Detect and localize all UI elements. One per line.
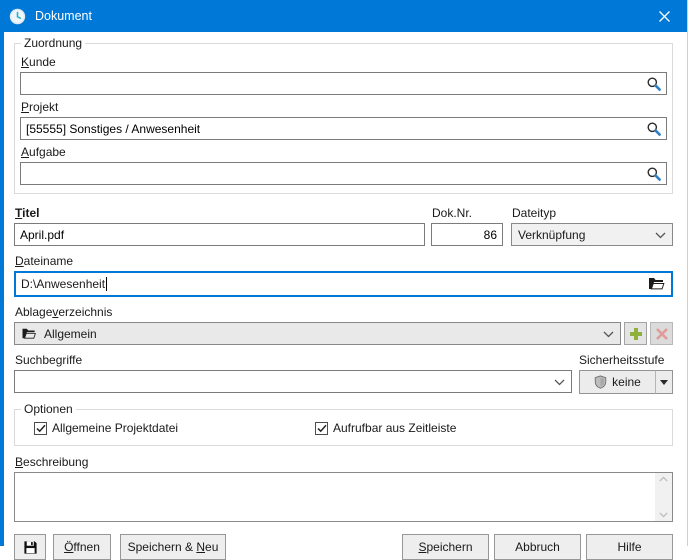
- group-optionen-label: Optionen: [21, 403, 76, 416]
- kunde-label: Kunde: [21, 55, 667, 69]
- doknr-label: Dok.Nr.: [432, 206, 503, 220]
- add-folder-button[interactable]: [624, 322, 647, 345]
- suchbegriffe-combobox[interactable]: [14, 370, 572, 393]
- text-caret: [106, 277, 107, 291]
- folder-icon: [21, 327, 37, 340]
- projekt-input[interactable]: [20, 117, 667, 140]
- checkbox-allgemeine-projektdatei[interactable]: Allgemeine Projektdatei: [34, 421, 315, 435]
- aufgabe-input[interactable]: [20, 162, 667, 185]
- ablageverzeichnis-dropdown[interactable]: Allgemein: [14, 322, 621, 345]
- checkbox-checked-icon: [34, 422, 47, 435]
- such-sich-row: Suchbegriffe Sicherheitsstufe keine: [14, 345, 673, 394]
- projekt-label: Projekt: [21, 100, 667, 114]
- titel-row: Titel Dok.Nr. Dateityp Verknüpfung: [14, 201, 673, 246]
- dateityp-label: Dateityp: [512, 206, 673, 220]
- checkbox-checked-icon: [315, 422, 328, 435]
- aufgabe-search-button[interactable]: [646, 166, 662, 182]
- oeffnen-button[interactable]: Öffnen: [53, 534, 111, 560]
- sicherheitsstufe-dropdown-button[interactable]: [655, 370, 673, 394]
- speichern-button[interactable]: Speichern: [402, 534, 489, 560]
- magnifier-icon: [646, 166, 662, 182]
- dateityp-dropdown[interactable]: Verknüpfung: [511, 223, 673, 246]
- chevron-down-icon: [603, 327, 614, 341]
- suchbegriffe-label: Suchbegriffe: [15, 353, 572, 367]
- sicherheitsstufe-button: keine: [579, 370, 673, 394]
- save-icon-button[interactable]: [14, 534, 46, 560]
- close-icon: [659, 11, 670, 22]
- beschreibung-scrollbar[interactable]: [655, 473, 672, 521]
- open-folder-icon: [648, 276, 665, 291]
- doknr-input[interactable]: [431, 223, 503, 246]
- window-title: Dokument: [35, 9, 92, 23]
- checkbox-label: Allgemeine Projektdatei: [52, 421, 178, 435]
- floppy-disk-icon: [23, 540, 38, 555]
- chevron-down-icon: [655, 228, 666, 242]
- checkbox-label: Aufrufbar aus Zeitleiste: [333, 421, 456, 435]
- magnifier-icon: [646, 121, 662, 137]
- kunde-search-button[interactable]: [646, 76, 662, 92]
- dateiname-label: Dateiname: [15, 254, 673, 268]
- titel-input[interactable]: [14, 223, 425, 246]
- remove-folder-button: [650, 322, 673, 345]
- group-zuordnung: Zuordnung Kunde Projekt Aufgabe: [14, 37, 673, 194]
- group-optionen: Optionen Allgemeine Projektdatei Aufrufb…: [14, 403, 673, 446]
- scroll-up-icon: [659, 476, 668, 482]
- beschreibung-field-wrap: [14, 472, 673, 522]
- speichern-und-neu-button[interactable]: Speichern & Neu: [120, 534, 226, 560]
- ablageverzeichnis-row: Allgemein: [14, 322, 673, 345]
- sicherheitsstufe-value: keine: [612, 375, 641, 389]
- group-zuordnung-label: Zuordnung: [21, 37, 85, 50]
- dateiname-input[interactable]: D:\Anwesenheit: [14, 271, 673, 297]
- magnifier-icon: [646, 76, 662, 92]
- dateiname-value: D:\Anwesenheit: [21, 277, 105, 291]
- projekt-search-button[interactable]: [646, 121, 662, 137]
- kunde-input[interactable]: [20, 72, 667, 95]
- dialog-body: Zuordnung Kunde Projekt Aufgabe: [4, 37, 687, 560]
- chevron-down-icon: [554, 375, 565, 389]
- button-row: Öffnen Speichern & Neu Speichern Abbruch…: [14, 534, 673, 560]
- sicherheitsstufe-main-button[interactable]: keine: [579, 370, 656, 394]
- titel-label: Titel: [15, 206, 425, 220]
- clock-icon: [9, 8, 26, 25]
- hilfe-button[interactable]: Hilfe: [586, 534, 673, 560]
- titlebar: Dokument: [0, 0, 687, 32]
- close-button[interactable]: [641, 0, 687, 32]
- sicherheitsstufe-label: Sicherheitsstufe: [579, 353, 673, 367]
- projekt-field-wrap: [20, 117, 667, 140]
- beschreibung-textarea[interactable]: [15, 473, 655, 521]
- shield-icon: [594, 375, 607, 389]
- ablageverzeichnis-value: Allgemein: [44, 327, 97, 341]
- aufgabe-field-wrap: [20, 162, 667, 185]
- aufgabe-label: Aufgabe: [21, 145, 667, 159]
- kunde-field-wrap: [20, 72, 667, 95]
- scroll-down-icon: [659, 512, 668, 518]
- red-x-icon: [656, 328, 668, 340]
- dateityp-value: Verknüpfung: [518, 228, 585, 242]
- browse-file-button[interactable]: [648, 276, 665, 292]
- beschreibung-label: Beschreibung: [15, 455, 673, 469]
- dropdown-arrow-icon: [660, 380, 668, 385]
- abbruch-button[interactable]: Abbruch: [494, 534, 581, 560]
- green-plus-icon: [629, 327, 643, 341]
- checkbox-aufrufbar-aus-zeitleiste[interactable]: Aufrufbar aus Zeitleiste: [315, 421, 456, 435]
- ablageverzeichnis-label: Ablageverzeichnis: [15, 305, 673, 319]
